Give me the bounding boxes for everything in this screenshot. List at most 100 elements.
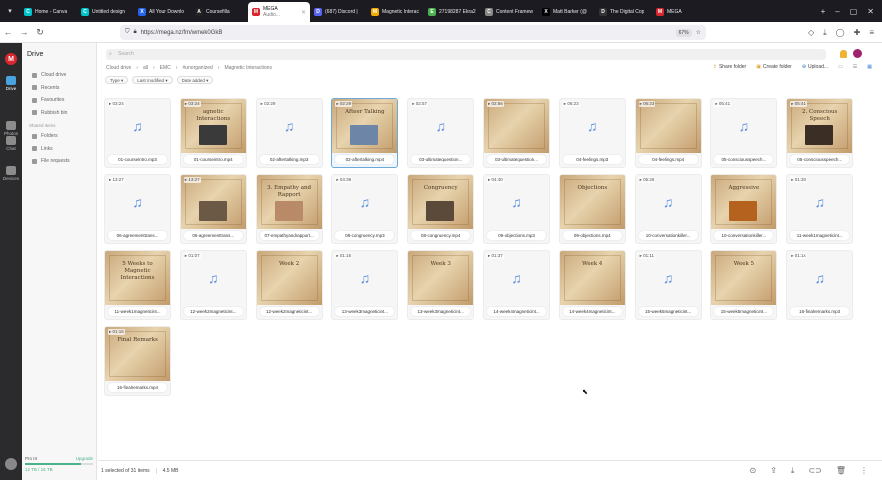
- upload-button[interactable]: ⊕ Upload...: [802, 64, 828, 70]
- browser-tab[interactable]: M MEGA Audio... ✕: [248, 2, 310, 22]
- video-file-card[interactable]: Final Remarks ▸ 01:15 16-finalremarks.mp4: [104, 326, 171, 396]
- breadcrumb-item[interactable]: Cloud drive: [106, 65, 131, 71]
- rail-item-devices[interactable]: Devices: [0, 166, 22, 181]
- browser-tab[interactable]: C Home - Canva: [20, 2, 77, 22]
- grid-view-icon[interactable]: ▦: [867, 64, 872, 70]
- link-icon[interactable]: ⊂⊃: [808, 466, 821, 476]
- filter-date-added[interactable]: Date added ▾: [176, 76, 214, 84]
- download-icon[interactable]: ⤓: [791, 466, 795, 476]
- reload-icon[interactable]: ↻: [32, 24, 48, 40]
- video-file-card[interactable]: Week 4 14-week4magneticint...: [558, 250, 626, 320]
- create-folder-button[interactable]: ▣ Create folder: [756, 64, 792, 70]
- sidebar-item-links[interactable]: Links: [32, 146, 53, 152]
- tab-list-icon[interactable]: ▾: [0, 0, 20, 22]
- notifications-icon[interactable]: [840, 49, 847, 58]
- browser-tab[interactable]: M Magnetic Interac: [367, 2, 424, 22]
- video-file-card[interactable]: ▸ 02:56 03-ultimatequestion...: [483, 98, 550, 168]
- audio-file-card[interactable]: ♫ ▸ 01:1x 16-finalremarks.mp3: [786, 250, 854, 320]
- browser-tab[interactable]: X Matt Barker (@: [538, 2, 595, 22]
- video-file-card[interactable]: 2. Conscious Speech ▸ 05:41 05-conscioussp…: [786, 98, 854, 168]
- account-icon[interactable]: ◯: [836, 28, 845, 37]
- audio-file-card[interactable]: ♫ ▸ 01:16 13-week3magneticint...: [331, 250, 399, 320]
- avatar[interactable]: [853, 49, 862, 58]
- audio-file-card[interactable]: ♫ ▸ 01:30 11-week1magneticint...: [786, 174, 854, 244]
- back-icon[interactable]: ←: [0, 24, 16, 40]
- audio-file-card[interactable]: ♫ ▸ 05:26 10-conversationkiller...: [634, 174, 702, 244]
- maximize-icon[interactable]: ▢: [850, 7, 858, 16]
- breadcrumb-item[interactable]: Magnetic Interactions: [224, 65, 272, 71]
- breadcrumb-item[interactable]: EMC: [160, 65, 171, 71]
- video-file-card[interactable]: Afteer Talking ▸ 02:29 02-aftertalking.mp4: [331, 98, 399, 168]
- new-tab-icon[interactable]: +: [821, 7, 826, 16]
- video-file-card[interactable]: agnetic Interactions ▸ 03:24 01-courseintr…: [179, 98, 247, 168]
- share-link-icon[interactable]: ⊙: [749, 466, 756, 476]
- audio-file-card[interactable]: ♫ ▸ 01:11 15-week5magneticint...: [634, 250, 702, 320]
- upgrade-link[interactable]: Upgrade: [76, 456, 93, 461]
- audio-file-card[interactable]: ♫ ▸ 05:41 05-consciousspeech...: [710, 98, 778, 168]
- video-file-card[interactable]: ▸ 13:27 06-agreementtrans...: [179, 174, 247, 244]
- bookmark-star-icon[interactable]: ☆: [696, 29, 701, 36]
- video-file-card[interactable]: Week 2 12-week2magneticint...: [255, 250, 323, 320]
- audio-file-card[interactable]: ♫ ▸ 01:37 14-week4magneticint...: [483, 250, 550, 320]
- breadcrumb-item[interactable]: all: [143, 65, 148, 71]
- rail-item-photos[interactable]: Photos: [0, 121, 22, 136]
- breadcrumb-item[interactable]: #unorganized: [182, 65, 212, 71]
- rail-item-drive[interactable]: Drive: [0, 76, 22, 91]
- video-file-card[interactable]: Congruency 08-congruency.mp4: [407, 174, 475, 244]
- video-file-card[interactable]: Week 5 15-week5magneticint...: [710, 250, 778, 320]
- browser-tab[interactable]: D (687) Discord |: [310, 2, 367, 22]
- audio-file-card[interactable]: ♫ ▸ 01:07 12-week2magneticint...: [179, 250, 247, 320]
- browser-tab[interactable]: X All Your Downlo: [134, 2, 191, 22]
- audio-file-card[interactable]: ♫ ▸ 06:23 04-feelings.mp3: [558, 98, 626, 168]
- list-view-icon[interactable]: ☰: [853, 64, 857, 70]
- filter-type[interactable]: Type ▾: [105, 76, 129, 84]
- rail-item-chat[interactable]: Chat: [0, 136, 22, 151]
- audio-file-card[interactable]: ♫ ▸ 04:39 08-congruency.mp3: [331, 174, 399, 244]
- browser-tab[interactable]: A Coursefilla: [191, 2, 248, 22]
- delete-icon[interactable]: 🗑︎: [836, 466, 846, 476]
- video-file-card[interactable]: ▸ 06:23 04-feelings.mp4: [634, 98, 702, 168]
- sidebar-item-folders[interactable]: Folders: [32, 133, 58, 139]
- audio-file-card[interactable]: ♫ ▸ 02:29 02-aftertalking.mp3: [255, 98, 323, 168]
- sidebar-item-rubbish-bin[interactable]: Rubbish bin: [32, 110, 67, 116]
- sidebar-item-cloud-drive[interactable]: Cloud drive: [32, 72, 66, 78]
- video-file-card[interactable]: Aggressive 10-conversationkiller...: [710, 174, 778, 244]
- pocket-icon[interactable]: ◇: [808, 28, 814, 37]
- video-file-card[interactable]: 5 Weeks to Magnetic Interactions 11-week1…: [104, 250, 171, 320]
- more-icon[interactable]: ⋮: [860, 466, 868, 476]
- video-file-card[interactable]: Week 3 13-week3magneticint...: [407, 250, 475, 320]
- browser-tab[interactable]: C Untitled design: [77, 2, 134, 22]
- forward-icon[interactable]: →: [16, 24, 32, 40]
- extensions-icon[interactable]: ✚: [854, 28, 861, 37]
- downloads-icon[interactable]: ⤓: [823, 28, 827, 38]
- share-icon[interactable]: ⇪: [770, 466, 777, 476]
- filter-last-modified[interactable]: Last modified ▾: [132, 76, 173, 84]
- zoom-level[interactable]: 67%: [675, 28, 692, 37]
- close-tab-icon[interactable]: ✕: [301, 9, 306, 16]
- file-name: 14-week4magneticint...: [487, 307, 546, 316]
- sidebar-item-file-requests[interactable]: File requests: [32, 158, 70, 164]
- info-icon[interactable]: ▭: [838, 64, 843, 70]
- browser-tab[interactable]: E 27198287 Ekra2: [424, 2, 481, 22]
- browser-tab[interactable]: D The Digital Cop: [595, 2, 652, 22]
- minimize-icon[interactable]: –: [835, 7, 839, 16]
- audio-file-card[interactable]: ♫ ▸ 04:40 09-objections.mp3: [483, 174, 550, 244]
- search-input[interactable]: Search: [106, 49, 826, 60]
- video-file-card[interactable]: 3. Empathy and Rapport 07-empathyandrappo…: [255, 174, 323, 244]
- mega-logo-icon[interactable]: M: [5, 53, 17, 65]
- audio-file-card[interactable]: ♫ ▸ 13:27 06-agreementtrans...: [104, 174, 171, 244]
- address-bar[interactable]: ⛉ 🔒︎ https://mega.nz/fm/wmek0GkB 67% ☆: [120, 25, 706, 40]
- audio-file-card[interactable]: ♫ ▸ 02:57 03-ultimatequestion...: [407, 98, 475, 168]
- audio-file-card[interactable]: ♫ ▸ 03:24 01-courseintro.mp3: [104, 98, 171, 168]
- share-folder-button[interactable]: ⇪ Share folder: [713, 64, 746, 70]
- settings-icon[interactable]: [5, 458, 17, 470]
- video-file-card[interactable]: Objections 09-objections.mp4: [558, 174, 626, 244]
- browser-tab[interactable]: M MEGA: [652, 2, 709, 22]
- sidebar-item-favourites[interactable]: Favourites: [32, 97, 64, 103]
- menu-icon[interactable]: ≡: [869, 28, 874, 37]
- storage-meter[interactable]: Pro III Upgrade 12 TB / 16 TB: [25, 456, 93, 472]
- close-window-icon[interactable]: ✕: [867, 7, 874, 16]
- sidebar-item-recents[interactable]: Recents: [32, 85, 59, 91]
- tab-favicon-icon: M: [252, 8, 260, 16]
- browser-tab[interactable]: C Content Framew: [481, 2, 538, 22]
